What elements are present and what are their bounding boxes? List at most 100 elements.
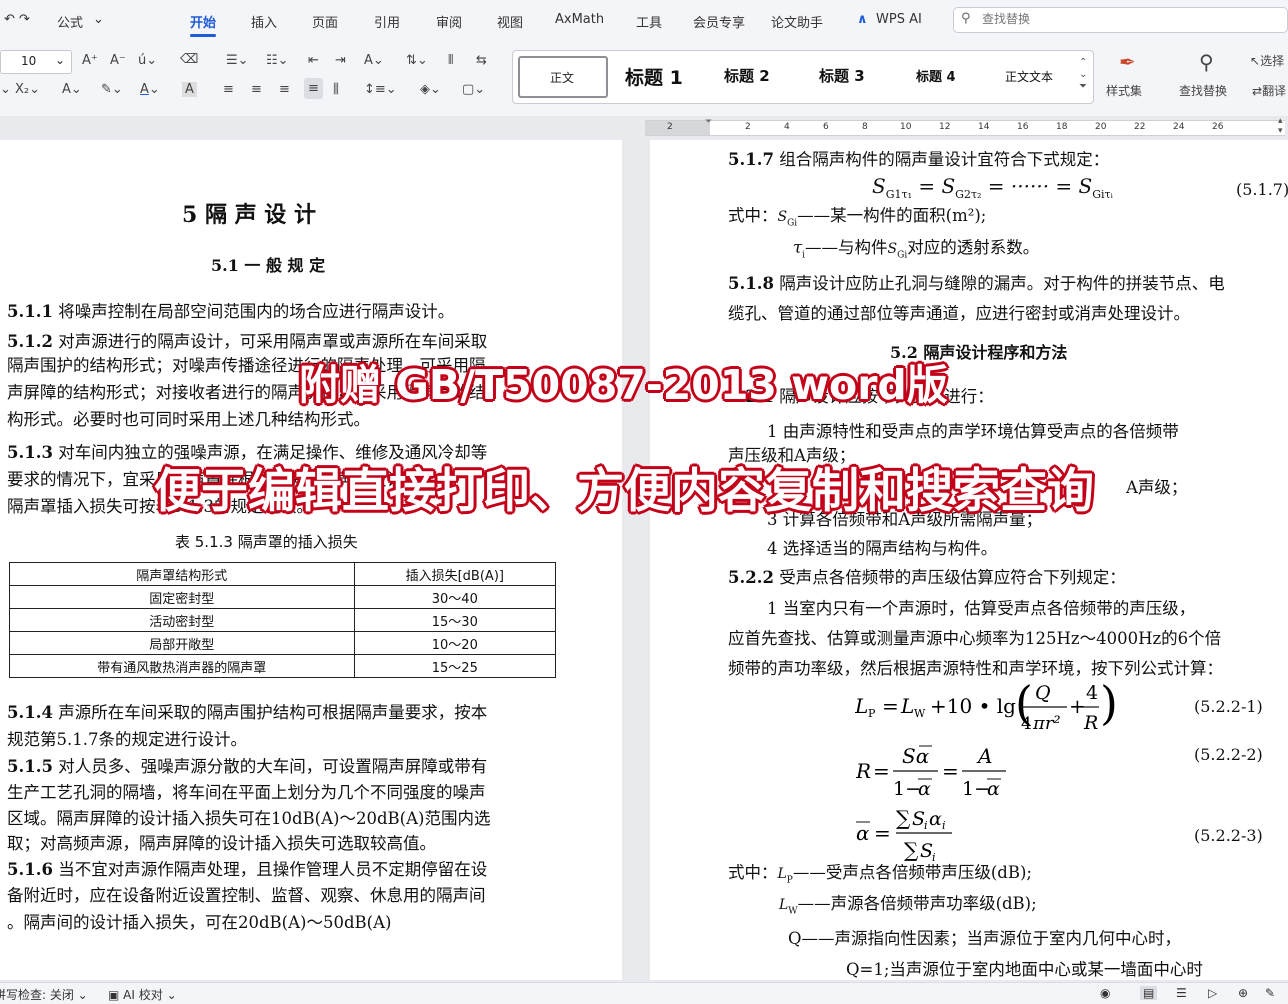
ruler-tick: 20 [1095,122,1107,132]
ruler-area: 2 2 4 6 8 10 12 14 16 18 20 22 24 26 ⏷ [0,116,1288,138]
horizontal-ruler[interactable]: 2 2 4 6 8 10 12 14 16 18 20 22 24 26 ⏷ [645,117,1285,136]
tab-tools[interactable]: 工具 [636,12,662,31]
pen-icon[interactable]: ✎ [1265,986,1275,1000]
table-header-row: 隔声罩结构形式 插入损失[dB(A)] [9,562,557,586]
spell-check-status[interactable]: 拼写检查: 关闭 ⌄ [0,986,88,1003]
equation-5-2-2-2: R = Sα 1− α = A 1− α [856,737,1016,803]
where-line: Q=1;当声源位于室内地面中心或某一墙面中心时 [846,960,1203,979]
ruler-tick: 18 [1056,122,1068,132]
ruler-scroll-icon[interactable]: ▴ ▾ [1278,116,1288,138]
where-label: 式中： [728,863,778,882]
style-heading-1[interactable]: 标题 1 [625,63,683,90]
style-heading-4[interactable]: 标题 4 [916,66,956,85]
style-normal-label: 正文 [550,71,575,85]
shrink-font-icon[interactable]: A⁻ [110,53,126,68]
ai-proofread-icon: ▣ [108,988,120,1002]
ruler-tick: 16 [1017,122,1029,132]
align-center-icon[interactable]: ≡ [251,82,262,97]
show-marks-icon[interactable]: ⇆ [476,53,487,68]
style-heading-3[interactable]: 标题 3 [819,65,865,86]
clear-format-icon[interactable]: ⌫ [180,52,198,67]
where-line: Q——声源指向性因素；当声源位于室内几何中心时， [788,929,1182,948]
chevron-down-icon[interactable]: ⌄ [93,12,104,27]
borders-icon[interactable]: ▢⌄ [462,82,485,97]
where-line: 式中：SGi——某一构件的面积(m²); [728,206,987,229]
grow-font-icon[interactable]: A⁺ [82,53,98,68]
numbering-icon[interactable]: ☷⌄ [266,53,289,68]
svg-text:4: 4 [1086,682,1098,704]
svg-text:=: = [873,759,890,783]
text-direction-icon[interactable]: A⌄ [364,53,384,68]
style-body-text[interactable]: 正文文本 [1005,68,1053,85]
eye-icon[interactable]: ◉ [1100,986,1110,1000]
columns-icon[interactable]: ⫴ [448,53,453,68]
clause-number: 5.1.7 [728,150,774,169]
subscript-dropdown-icon[interactable]: ⌄ X₂⌄ [0,82,40,97]
tab-insert[interactable]: 插入 [251,12,277,31]
ai-check-button[interactable]: ▣ AI 校对 ⌄ [108,986,177,1003]
distribute-icon[interactable]: ⫼ [333,82,339,97]
char-shading-icon[interactable]: A [182,82,197,97]
style-normal[interactable]: 正文 [518,56,608,98]
equation-graphic: L P = L W +10 • lg ( Q 4 πr² + 4 R ) [855,676,1115,734]
search-box[interactable]: ⚲ [953,7,1288,33]
shading-icon[interactable]: ◈⌄ [420,82,441,97]
increase-indent-icon[interactable]: ⇥ [335,53,346,68]
ruler-tick: 4 [784,122,790,132]
paragraph-line: 应首先查找、估算或测量声源中心频率为125Hz～4000Hz的6个倍 [728,629,1222,648]
paragraph-line: 1 当室内只有一个声源时，估算受声点各倍频带的声压级， [767,599,1196,618]
font-size-select[interactable]: 10 ⌄ [0,50,72,74]
align-right-icon[interactable]: ≡ [279,82,290,97]
font-color-icon[interactable]: A⌄ [140,82,160,97]
tab-member[interactable]: 会员专享 [693,12,745,31]
svg-text:L: L [855,694,868,718]
svg-text:R: R [856,759,871,783]
select-button[interactable]: ↖选择 [1250,52,1284,69]
ruler-tick: 14 [978,122,990,132]
page-view-icon[interactable]: ▤ [1140,986,1158,1000]
decrease-indent-icon[interactable]: ⇤ [308,53,319,68]
translate-button[interactable]: ⇄翻译 [1252,82,1286,99]
find-replace-button[interactable]: 查找替换 [1179,82,1227,99]
tab-review[interactable]: 审阅 [436,12,462,31]
clause-number: 5.1.3 [7,443,53,462]
tab-references[interactable]: 引用 [374,12,400,31]
clause-number: 5.2.2 [728,568,774,587]
tab-wps-ai[interactable]: WPS AI [876,12,922,27]
indent-marker-icon[interactable]: ⏷ [705,117,712,127]
bullets-icon[interactable]: ☰⌄ [226,53,249,68]
svg-text:α: α [929,808,942,830]
text-effect-icon[interactable]: A⌄ [62,82,82,97]
phonetic-icon[interactable]: ú⌄ [138,53,157,68]
table-cell: 带有通风散热消声器的隔声罩 [9,654,355,678]
style-set-icon: ✒ [1119,50,1136,74]
svg-text:Sα: Sα [902,744,930,768]
undo-redo-buttons[interactable]: ↶ ↷ [4,12,30,27]
where-text: ——与构件 [805,238,888,257]
formula-menu[interactable]: 公式 [57,12,83,31]
outline-view-icon[interactable]: ☰ [1176,986,1187,1000]
line-text: 将噪声控制在局部空间范围内的场合应进行隔声设计。 [58,302,455,321]
style-heading-2[interactable]: 标题 2 [724,65,770,86]
find-icon: ⚲ [1199,50,1214,74]
tab-paper-assistant[interactable]: 论文助手 [771,12,823,31]
sort-icon[interactable]: ⇅⌄ [406,53,428,68]
paragraph-line: 生产工艺孔洞的隔墙，将车间在平面上划分为几个不同强度的噪声 [7,783,486,802]
search-input[interactable] [980,11,1274,27]
gallery-scroll-icon[interactable]: ⌃ ⌄ ⏷ [1079,57,1087,93]
highlight-icon[interactable]: ✎⌄ [101,82,123,97]
play-icon[interactable]: ▷ [1208,986,1217,1000]
tab-page[interactable]: 页面 [312,12,338,31]
table-cell: 活动密封型 [9,608,355,632]
justify-icon[interactable]: ≡ [304,78,323,99]
align-left-icon[interactable]: ≡ [223,82,234,97]
active-tab-indicator [190,34,216,37]
svg-text:1−: 1− [962,778,990,800]
tab-view[interactable]: 视图 [497,12,523,31]
line-spacing-icon[interactable]: ↕≡⌄ [364,82,397,97]
web-view-icon[interactable]: ⊕ [1238,986,1248,1000]
tab-home[interactable]: 开始 [190,12,216,31]
style-set-button[interactable]: 样式集 [1106,82,1142,99]
tab-axmath[interactable]: AxMath [555,12,604,27]
paragraph-line: 5.1.6 当不宜对声源作隔声处理，且操作管理人员不定期停留在设 [7,860,487,880]
